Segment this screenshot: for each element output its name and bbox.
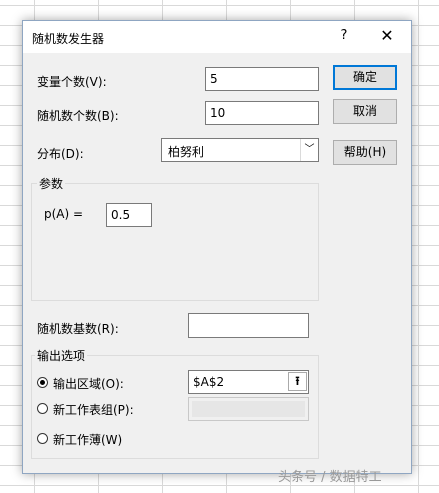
new-worksheet-radio[interactable]	[37, 403, 48, 414]
watermark-text: 头条号 / 数据特工	[278, 470, 382, 485]
parameters-group	[31, 183, 319, 301]
help-button[interactable]: 帮助(H)	[333, 140, 397, 165]
seed-input[interactable]	[188, 313, 309, 338]
cancel-button[interactable]: 取消	[333, 99, 397, 124]
collapse-dialog-arrow-up-icon[interactable]: ⭱	[288, 372, 307, 391]
num-random-label: 随机数个数(B):	[37, 109, 119, 123]
distribution-selected-value: 柏努利	[168, 145, 205, 159]
p-label: p(A) =	[44, 207, 84, 221]
num-random-input[interactable]: 10	[205, 101, 319, 125]
output-range-label[interactable]: 输出区域(O):	[53, 375, 124, 392]
new-workbook-label[interactable]: 新工作薄(W)	[53, 431, 122, 448]
num-variables-label: 变量个数(V):	[37, 75, 107, 89]
seed-label: 随机数基数(R):	[37, 322, 119, 336]
chevron-down-icon[interactable]: ﹀	[300, 139, 318, 161]
output-range-value: $A$2	[193, 375, 225, 389]
num-variables-input[interactable]: 5	[205, 67, 319, 91]
distribution-label: 分布(D):	[37, 147, 84, 161]
new-worksheet-input	[188, 397, 309, 421]
dialog-titlebar: 随机数发生器 ? ✕	[23, 21, 411, 53]
parameters-group-label: 参数	[37, 175, 66, 192]
output-range-input[interactable]: $A$2 ⭱	[188, 370, 309, 394]
random-number-generator-dialog: 随机数发生器 ? ✕ 变量个数(V): 5 随机数个数(B): 10 分布(D)…	[22, 20, 412, 474]
dialog-title: 随机数发生器	[32, 32, 105, 46]
output-options-group-label: 输出选项	[35, 347, 88, 364]
new-workbook-radio[interactable]	[37, 433, 48, 444]
output-range-radio[interactable]	[37, 377, 48, 388]
help-question-icon[interactable]: ?	[334, 26, 354, 46]
p-input[interactable]: 0.5	[106, 203, 152, 227]
ok-button[interactable]: 确定	[333, 65, 397, 90]
new-worksheet-input-inner	[192, 401, 305, 417]
distribution-select[interactable]: 柏努利 ﹀	[161, 138, 319, 162]
close-icon[interactable]: ✕	[376, 25, 398, 47]
new-worksheet-label[interactable]: 新工作表组(P):	[53, 401, 134, 418]
